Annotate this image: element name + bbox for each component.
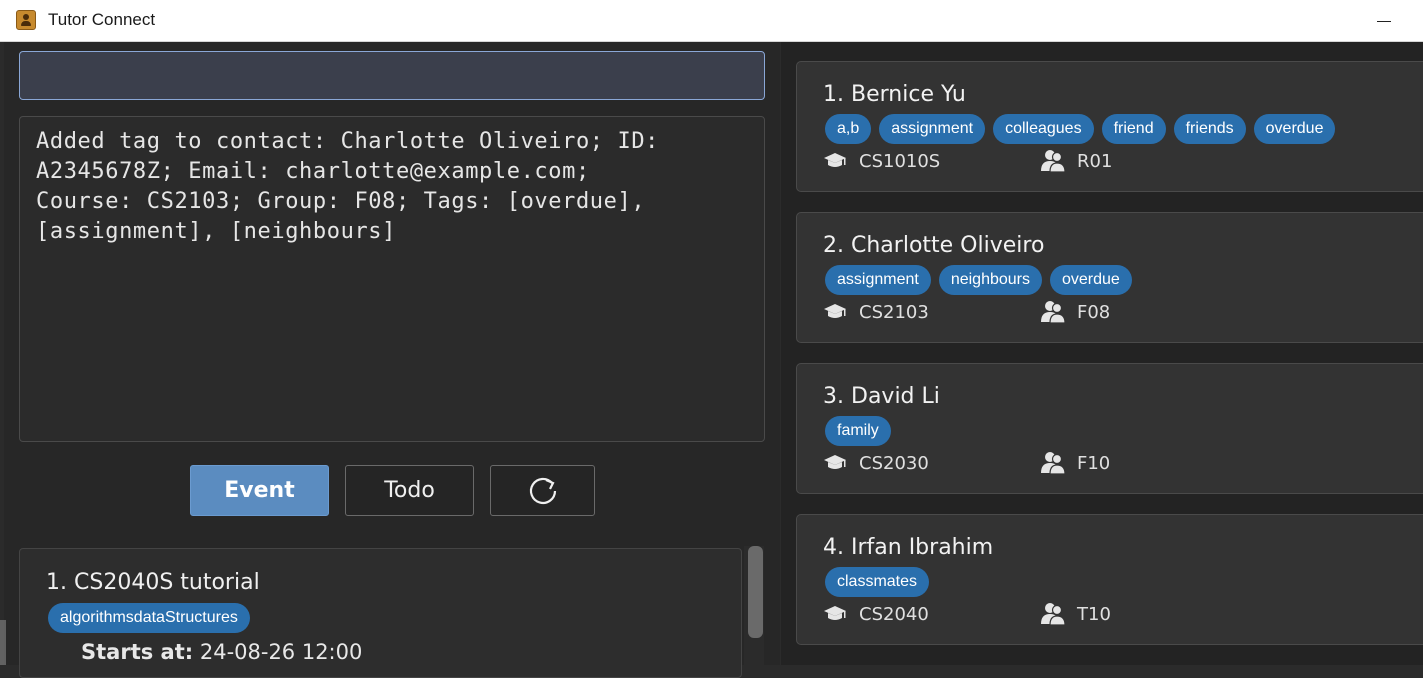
contact-tags: a,b assignment colleagues friend friends over…: [825, 114, 1343, 144]
event-name: CS2040S tutorial: [74, 570, 260, 595]
contact-name: 4. Irfan Ibrahim: [823, 535, 993, 560]
contact-name: 2. Charlotte Oliveiro: [823, 233, 1044, 258]
result-text: Added tag to contact: Charlotte Oliveiro…: [36, 129, 660, 244]
graduation-cap-icon: [824, 153, 846, 167]
graduation-cap-icon: [824, 606, 846, 620]
refresh-button[interactable]: [490, 465, 595, 516]
scrollbar-thumb[interactable]: [748, 546, 763, 638]
minimize-button[interactable]: [1364, 8, 1404, 34]
contact-course: CS2103: [859, 302, 929, 323]
event-start-time: Starts at: 24-08-26 12:00: [81, 640, 362, 664]
group-icon: [1041, 603, 1066, 625]
contact-tag: family: [825, 416, 891, 446]
contact-tag: assignment: [879, 114, 986, 144]
contact-index: 3.: [823, 384, 844, 409]
contact-card[interactable]: 2. Charlotte Oliveiro assignment neighbour…: [796, 212, 1423, 343]
starts-value: 24-08-26 12:00: [199, 640, 363, 664]
contact-course: CS2040: [859, 604, 929, 625]
starts-label: Starts at:: [81, 640, 194, 664]
event-item-title[interactable]: 1. CS2040S tutorial: [46, 570, 260, 595]
contact-name-text: David Li: [851, 384, 940, 409]
contact-tag: overdue: [1253, 114, 1336, 144]
event-tags: algorithmsdataStructures: [48, 603, 258, 633]
group-icon: [1041, 452, 1066, 474]
contact-tag: classmates: [825, 567, 930, 597]
contact-tags: family: [825, 416, 899, 446]
graduation-cap-icon: [824, 455, 846, 469]
event-tag: algorithmsdataStructures: [48, 603, 250, 633]
contact-name: 1. Bernice Yu: [823, 82, 966, 107]
contact-card[interactable]: 4. Irfan Ibrahim classmates CS2040 T10: [796, 514, 1423, 645]
contact-name-text: Bernice Yu: [851, 82, 966, 107]
contact-name-text: Charlotte Oliveiro: [851, 233, 1045, 258]
window-edge: [0, 620, 6, 665]
contact-card[interactable]: 1. Bernice Yu a,b assignment colleagues frie…: [796, 61, 1423, 192]
group-icon: [1041, 301, 1066, 323]
event-button[interactable]: Event: [190, 465, 329, 516]
contact-group: F10: [1077, 453, 1111, 474]
contact-tag: colleagues: [993, 114, 1094, 144]
contact-tag: a,b: [825, 114, 872, 144]
contact-tag: friends: [1173, 114, 1246, 144]
event-index: 1.: [46, 570, 67, 595]
contact-tag: assignment: [825, 265, 931, 295]
contact-course: CS1010S: [859, 151, 941, 172]
contact-name-text: Irfan Ibrahim: [851, 535, 994, 560]
command-input[interactable]: [19, 51, 765, 100]
todo-button[interactable]: Todo: [345, 465, 474, 516]
contact-index: 4.: [823, 535, 844, 560]
app-icon: [16, 10, 36, 30]
contact-index: 1.: [823, 82, 844, 107]
contact-index: 2.: [823, 233, 844, 258]
contact-tags: classmates: [825, 567, 937, 597]
contact-tag: neighbours: [938, 265, 1042, 295]
refresh-icon: [529, 477, 556, 504]
contact-card[interactable]: 3. David Li family CS2030 F10: [796, 363, 1423, 494]
contact-tags: assignment neighbours overdue: [825, 265, 1140, 295]
contact-group: T10: [1077, 604, 1111, 625]
contact-tag: friend: [1101, 114, 1166, 144]
graduation-cap-icon: [824, 304, 846, 318]
contact-name: 3. David Li: [823, 384, 940, 409]
window-title: Tutor Connect: [48, 10, 156, 29]
result-display: Added tag to contact: Charlotte Oliveiro…: [19, 116, 765, 442]
contact-group: R01: [1077, 151, 1113, 172]
title-bar: Tutor Connect: [0, 0, 1423, 42]
contact-group: F08: [1077, 302, 1111, 323]
group-icon: [1041, 150, 1066, 172]
contact-course: CS2030: [859, 453, 929, 474]
contact-tag: overdue: [1050, 265, 1132, 295]
